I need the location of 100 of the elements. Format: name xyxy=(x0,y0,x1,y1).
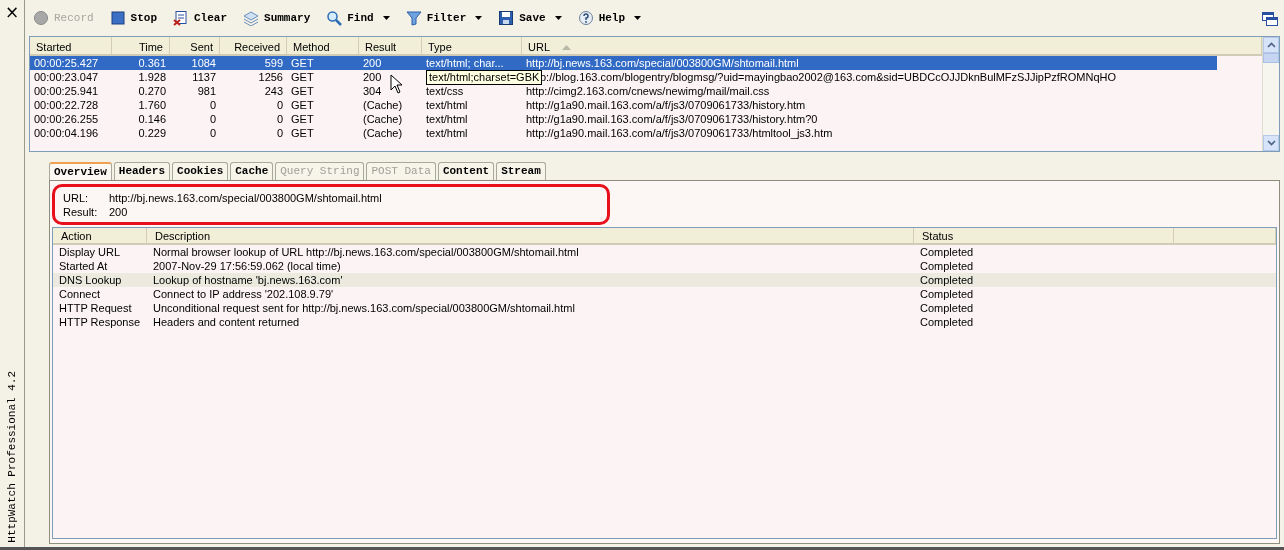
stack-icon xyxy=(243,10,260,26)
close-button[interactable]: × xyxy=(4,4,20,20)
table-cell-text: 2007-Nov-29 17:56:59.062 (local time) xyxy=(152,259,342,273)
clear-icon xyxy=(173,10,189,26)
table-cell-text: 0 xyxy=(275,112,284,126)
field-label: Result: xyxy=(63,206,99,218)
table-cell-text: 0.270 xyxy=(137,84,167,98)
tab[interactable]: Cookies xyxy=(172,162,229,180)
table-cell-text: 00:00:04.196 xyxy=(33,126,100,140)
request-row[interactable]: 00:00:22.728 1.760 0 0 GET (Cache) text/html http://g1a90.mail.163.com/a/f/js3/0709061733/history.htm xyxy=(30,98,1262,112)
field-label: URL: xyxy=(63,192,90,204)
table-cell-text: text/html xyxy=(425,112,469,126)
table-cell-text: text/css xyxy=(425,84,465,98)
stop-icon xyxy=(109,10,126,26)
column-header[interactable]: Status xyxy=(914,228,1174,243)
tooltip: text/html;charset=GBK xyxy=(426,70,543,85)
column-header[interactable]: Method xyxy=(287,37,359,54)
toolbar-button[interactable]: Filter xyxy=(403,9,485,27)
scrollbar-thumb[interactable] xyxy=(1263,53,1279,63)
table-cell-text: GET xyxy=(290,126,315,140)
search-icon xyxy=(326,10,343,26)
scrollbar[interactable] xyxy=(1262,37,1279,151)
scroll-up-icon[interactable] xyxy=(1266,42,1276,48)
column-header[interactable]: Started xyxy=(30,37,112,54)
toolbar-button[interactable]: Stop xyxy=(107,9,159,27)
table-cell-text: http://g1a90.mail.163.com/a/f/js3/0709061733/history.htm?0 xyxy=(525,112,819,126)
table-cell-text: GET xyxy=(290,112,315,126)
tab[interactable]: Content xyxy=(437,162,495,180)
table-cell-text: 0 xyxy=(208,126,217,140)
filter-icon xyxy=(405,10,422,26)
toolbar-button[interactable]: Help xyxy=(575,9,644,27)
table-cell-text: 981 xyxy=(196,84,217,98)
table-cell-text: text/html xyxy=(425,126,469,140)
table-cell-text: http://g1a90.mail.163.com/a/f/js3/0709061733/history.htm xyxy=(525,98,807,112)
field-value: http://bj.news.163.com/special/003800GM/shtomail.html xyxy=(109,192,382,204)
scroll-down-icon[interactable] xyxy=(1266,140,1276,146)
table-cell-text: (Cache) xyxy=(362,112,404,126)
table-cell-text: 00:00:25.427 xyxy=(33,56,100,70)
table-cell-text: Completed xyxy=(919,273,975,287)
record-icon xyxy=(33,10,49,26)
toolbar-button[interactable]: Summary xyxy=(241,9,313,27)
toolbar-button[interactable]: Save xyxy=(496,9,564,27)
toolbar-button[interactable]: Clear xyxy=(171,9,230,27)
request-row[interactable]: 00:00:25.427 0.361 1084 599 GET 200 text/html; char... http://bj.news.163.com/special/003800GM/shtomail.html xyxy=(30,56,1217,70)
tab[interactable]: Headers xyxy=(113,162,171,180)
table-cell-text: 00:00:22.728 xyxy=(33,98,100,112)
column-header[interactable]: Time xyxy=(112,37,170,54)
table-cell-text: 1.928 xyxy=(137,70,167,84)
table-cell-text: http://g1a90.mail.163.com/a/f/js3/0709061733/htmltool_js3.htm xyxy=(525,126,834,140)
tab[interactable]: Stream xyxy=(496,162,546,180)
tab[interactable]: Cache xyxy=(230,162,274,180)
table-cell-text: Unconditional request sent for http://bj.news.163.com/special/003800GM/shtomail.html xyxy=(152,301,576,315)
table-cell-text: http://cimg2.163.com/cnews/newimg/mail/mail.css xyxy=(525,84,771,98)
table-cell-text: 200 xyxy=(362,56,383,70)
table-cell-text: 0.229 xyxy=(137,126,167,140)
table-cell-text: (Cache) xyxy=(362,98,404,112)
table-cell-text: 243 xyxy=(263,84,284,98)
table-cell-text: Display URL xyxy=(58,245,122,259)
table-cell-text: 0 xyxy=(275,126,284,140)
request-row[interactable]: 00:00:04.196 0.229 0 0 GET (Cache) text/html http://g1a90.mail.163.com/a/f/js3/0709061733/htmltool_js3.htm xyxy=(30,126,1262,140)
table-cell-text: 0.146 xyxy=(137,112,167,126)
table-cell-text: Completed xyxy=(919,287,975,301)
table-cell-text: 1.760 xyxy=(137,98,167,112)
column-header[interactable]: Description xyxy=(147,228,914,243)
table-cell-text: 200 xyxy=(362,70,383,84)
tab[interactable]: Overview xyxy=(49,162,112,182)
column-header[interactable]: Type xyxy=(422,37,522,54)
table-cell-text: 1256 xyxy=(257,70,284,84)
field-value: 200 xyxy=(109,206,128,218)
table-cell-text: Normal browser lookup of URL http://bj.news.163.com/special/003800GM/shtomail.html xyxy=(152,245,580,259)
restore-window-icon[interactable] xyxy=(1262,12,1278,26)
column-header[interactable]: Received xyxy=(220,37,287,54)
table-cell-text: Completed xyxy=(919,301,975,315)
table-cell-text: 0 xyxy=(275,98,284,112)
table-cell-text: 0 xyxy=(208,112,217,126)
table-cell-text: Connect to IP address '202.108.9.79' xyxy=(152,287,335,301)
toolbar-button[interactable]: Find xyxy=(324,9,392,27)
table-cell-text: 304 xyxy=(362,84,383,98)
table-cell-text: 1084 xyxy=(190,56,217,70)
column-header[interactable]: Result xyxy=(359,37,422,54)
app-name: HttpWatch Professional 4.2 xyxy=(6,371,18,543)
table-cell-text: DNS Lookup xyxy=(58,273,123,287)
request-row[interactable]: 00:00:26.255 0.146 0 0 GET (Cache) text/html http://g1a90.mail.163.com/a/f/js3/0709061733/history.htm?0 xyxy=(30,112,1262,126)
table-cell-text: GET xyxy=(290,56,315,70)
column-header[interactable]: Sent xyxy=(170,37,220,54)
table-cell-text: (Cache) xyxy=(362,126,404,140)
table-cell-text: Connect xyxy=(58,287,101,301)
table-cell-text: GET xyxy=(290,98,315,112)
table-cell-text: Lookup of hostname 'bj.news.163.com' xyxy=(152,273,344,287)
table-cell-text: 599 xyxy=(263,56,284,70)
table-cell-text: 00:00:23.047 xyxy=(33,70,100,84)
table-cell-text: Completed xyxy=(919,245,975,259)
request-row[interactable]: 00:00:25.941 0.270 981 243 GET 304 text/css http://cimg2.163.com/cnews/newimg/mail/mail.css xyxy=(30,84,1262,98)
table-cell-text: 0.361 xyxy=(137,56,167,70)
table-cell-text: 00:00:25.941 xyxy=(33,84,100,98)
table-cell-text: text/html xyxy=(425,98,469,112)
column-header[interactable]: Action xyxy=(53,228,147,243)
save-icon xyxy=(498,10,515,26)
table-cell-text: Started At xyxy=(58,259,109,273)
request-row[interactable]: 00:00:23.047 1.928 1137 1256 GET 200 text/html;charset=GBK p://blog.163.com/blogentry/blogmsg/?uid=mayingbao2002@163.com&sid=UBDCcOJJDknBulMFzSJJipPzfROMNqHO xyxy=(30,70,1262,84)
